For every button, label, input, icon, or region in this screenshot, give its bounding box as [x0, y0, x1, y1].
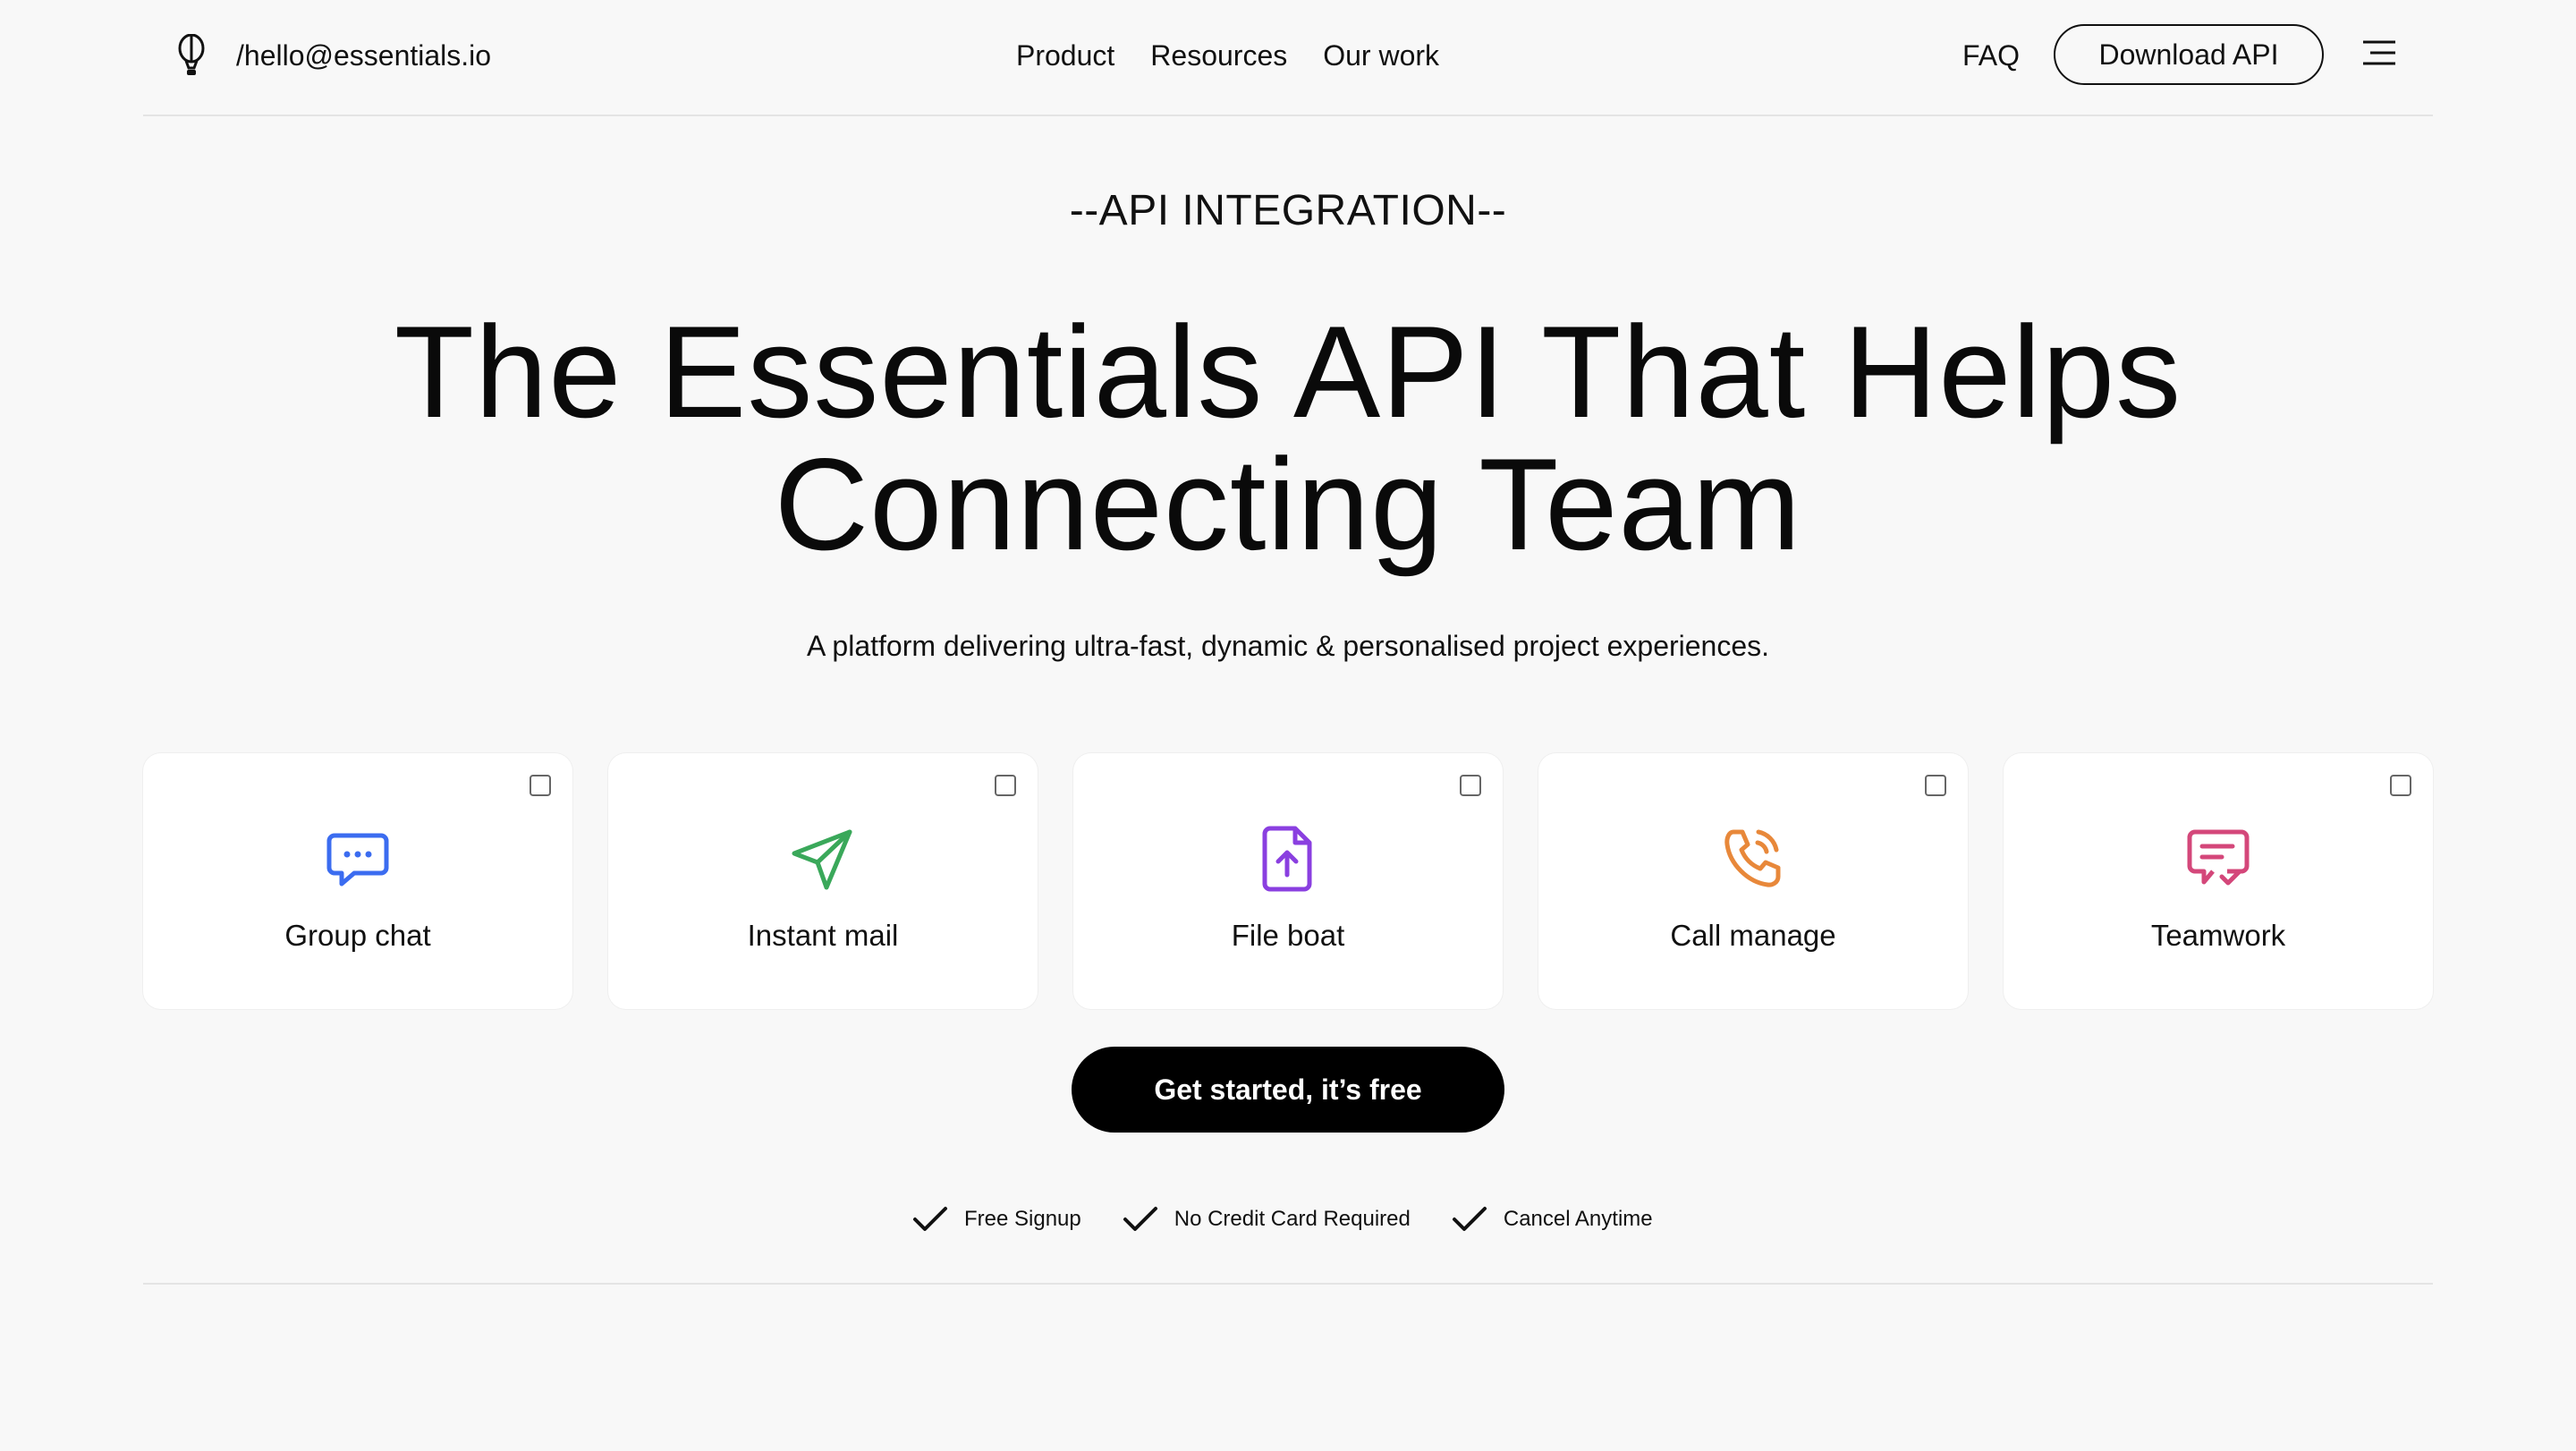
- file-upload-icon: [1262, 826, 1312, 892]
- feature-item: Cancel Anytime: [1452, 1206, 1653, 1233]
- card-checkbox[interactable]: [995, 775, 1016, 796]
- get-started-button[interactable]: Get started, it’s free: [1072, 1047, 1504, 1133]
- message-check-icon: [2187, 829, 2250, 886]
- download-api-button[interactable]: Download API: [2054, 24, 2324, 85]
- card-checkbox[interactable]: [2390, 775, 2411, 796]
- checkmark-icon: [913, 1207, 947, 1231]
- card-label: Call manage: [1670, 919, 1836, 952]
- feature-list: Free Signup No Credit Card Required Canc…: [912, 1206, 1653, 1233]
- card-label: File boat: [1231, 919, 1345, 952]
- site-header: /hello@essentials.io Product Resources O…: [143, 0, 2433, 116]
- card-teamwork[interactable]: Teamwork: [2004, 753, 2433, 1009]
- nav-item-our-work[interactable]: Our work: [1323, 34, 1439, 77]
- hero-subtext: A platform delivering ultra-fast, dynami…: [806, 630, 1770, 662]
- nav-item-faq[interactable]: FAQ: [1962, 34, 2020, 77]
- section-eyebrow: --API INTEGRATION--: [1069, 187, 1507, 234]
- feature-label: Cancel Anytime: [1503, 1207, 1653, 1231]
- chat-bubble-icon: [326, 833, 389, 887]
- phone-call-icon: [1724, 829, 1781, 887]
- paper-plane-icon: [792, 829, 852, 890]
- checkmark-icon: [1123, 1207, 1157, 1231]
- checkmark-icon: [1452, 1207, 1487, 1231]
- nav-item-resources[interactable]: Resources: [1150, 34, 1287, 77]
- hamburger-menu-icon[interactable]: [2363, 39, 2395, 66]
- card-label: Group chat: [284, 919, 431, 952]
- feature-item: Free Signup: [912, 1206, 1081, 1233]
- main-nav: Product Resources Our work: [1016, 34, 1439, 77]
- feature-cards: Group chat Instant mail File boat Call m…: [143, 753, 2433, 1009]
- card-label: Instant mail: [747, 919, 899, 952]
- card-checkbox[interactable]: [530, 775, 551, 796]
- headline-line-1: The Essentials API That Helps: [394, 299, 2182, 445]
- contact-email[interactable]: /hello@essentials.io: [236, 34, 491, 77]
- card-instant-mail[interactable]: Instant mail: [608, 753, 1038, 1009]
- feature-label: No Credit Card Required: [1174, 1207, 1411, 1231]
- card-call-manage[interactable]: Call manage: [1538, 753, 1968, 1009]
- feature-label: Free Signup: [964, 1207, 1081, 1231]
- card-checkbox[interactable]: [1925, 775, 1946, 796]
- headline-line-2: Connecting Team: [774, 431, 1802, 577]
- hero-headline: The Essentials API That Helps Connecting…: [0, 306, 2576, 571]
- card-checkbox[interactable]: [1460, 775, 1481, 796]
- feature-item: No Credit Card Required: [1123, 1206, 1411, 1233]
- balloon-logo-icon[interactable]: [174, 34, 209, 77]
- card-file-boat[interactable]: File boat: [1073, 753, 1503, 1009]
- card-group-chat[interactable]: Group chat: [143, 753, 572, 1009]
- section-divider: [143, 1283, 2433, 1285]
- card-label: Teamwork: [2150, 919, 2286, 952]
- nav-item-product[interactable]: Product: [1016, 34, 1114, 77]
